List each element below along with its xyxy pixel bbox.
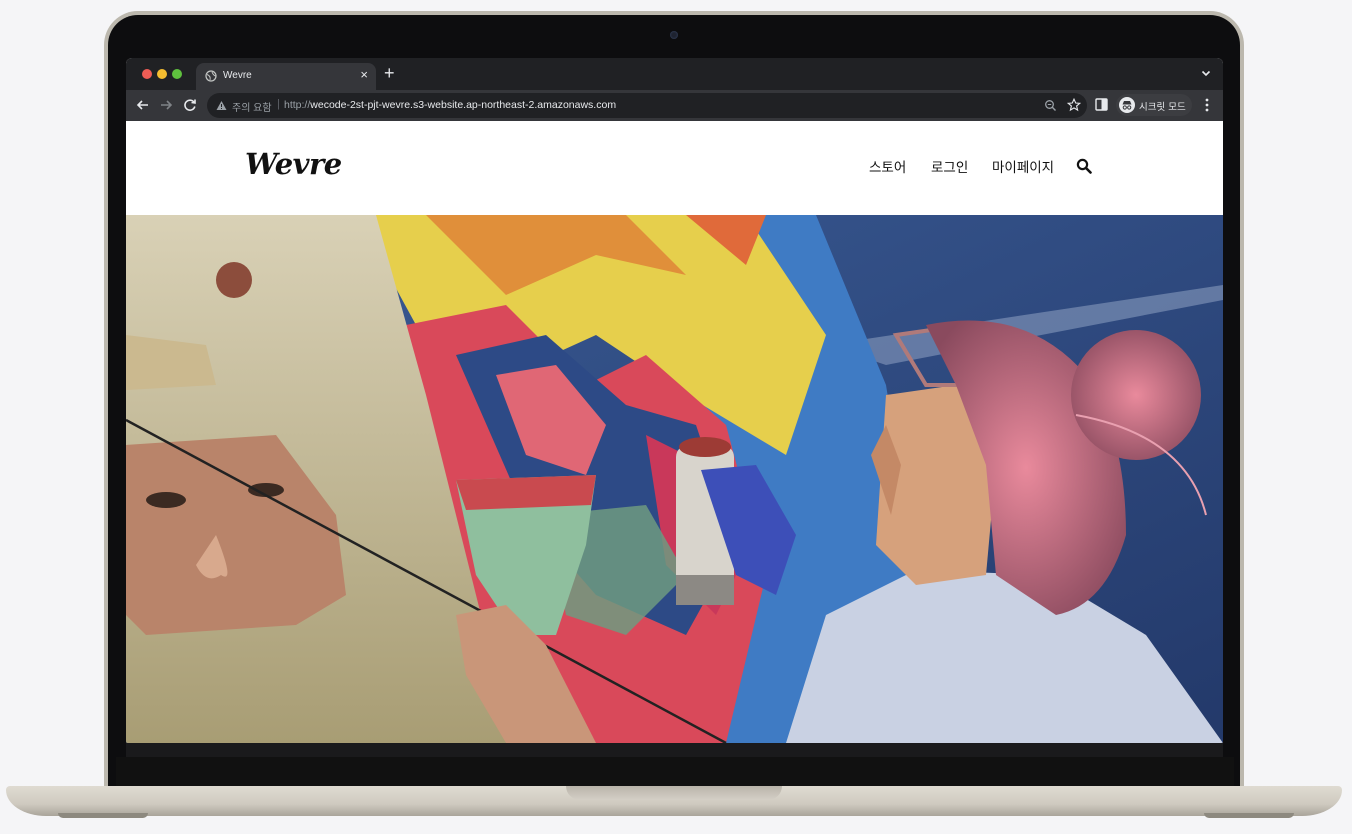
camera-icon [670,31,678,39]
tab-search-chevron-icon[interactable] [1199,66,1213,80]
warning-triangle-icon [216,101,227,110]
address-bar[interactable]: 주의 요함 | http://wecode-2st-pjt-wevre.s3-w… [207,93,1087,118]
tab-close-button[interactable]: × [360,67,368,82]
security-status-label[interactable]: 주의 요함 [232,99,272,114]
screen-chin [126,743,1223,757]
star-icon[interactable] [1067,98,1081,112]
browser-tab-strip: Wevre × + [126,58,1223,90]
search-icon[interactable] [1076,158,1092,174]
incognito-profile-button[interactable]: 시크릿 모드 [1116,94,1192,116]
laptop-hinge [116,757,1234,787]
site-header: Wevre 스토어 로그인 마이페이지 [126,121,1223,215]
nav-item-login[interactable]: 로그인 [931,156,968,176]
nav-item-store[interactable]: 스토어 [869,156,906,176]
window-zoom-button[interactable] [172,69,182,79]
url-text[interactable]: http://wecode-2st-pjt-wevre.s3-website.a… [284,99,616,111]
browser-tab-active[interactable]: Wevre × [196,63,376,90]
zoom-icon[interactable] [1044,99,1057,112]
incognito-label: 시크릿 모드 [1139,102,1186,113]
globe-icon [205,70,217,82]
side-panel-icon[interactable] [1095,98,1108,111]
reload-icon[interactable] [181,96,199,114]
forward-arrow-icon[interactable] [157,96,175,114]
laptop-foot-left [58,813,148,818]
laptop-foot-right [1204,813,1294,818]
back-arrow-icon[interactable] [134,96,152,114]
site-logo[interactable]: Wevre [245,147,342,181]
laptop-notch [566,786,782,800]
kebab-menu-icon[interactable] [1200,97,1214,113]
address-separator: | [277,98,280,110]
hero-image [126,215,1223,743]
laptop-screen: Wevre × + 주의 요함 | http://wecode-2st-pjt-… [126,58,1223,743]
web-page: Wevre 스토어 로그인 마이페이지 [126,121,1223,743]
browser-toolbar: 주의 요함 | http://wecode-2st-pjt-wevre.s3-w… [126,90,1223,121]
new-tab-button[interactable]: + [384,63,395,84]
url-host: wecode-2st-pjt-wevre.s3-website.ap-north… [310,99,617,111]
hero-illustration [126,215,1223,743]
product-stage: Wevre × + 주의 요함 | http://wecode-2st-pjt-… [0,0,1352,834]
window-close-button[interactable] [142,69,152,79]
incognito-icon [1119,97,1135,113]
nav-item-mypage[interactable]: 마이페이지 [992,156,1054,176]
url-scheme: http:// [284,99,311,111]
window-minimize-button[interactable] [157,69,167,79]
tab-title: Wevre [223,70,252,81]
